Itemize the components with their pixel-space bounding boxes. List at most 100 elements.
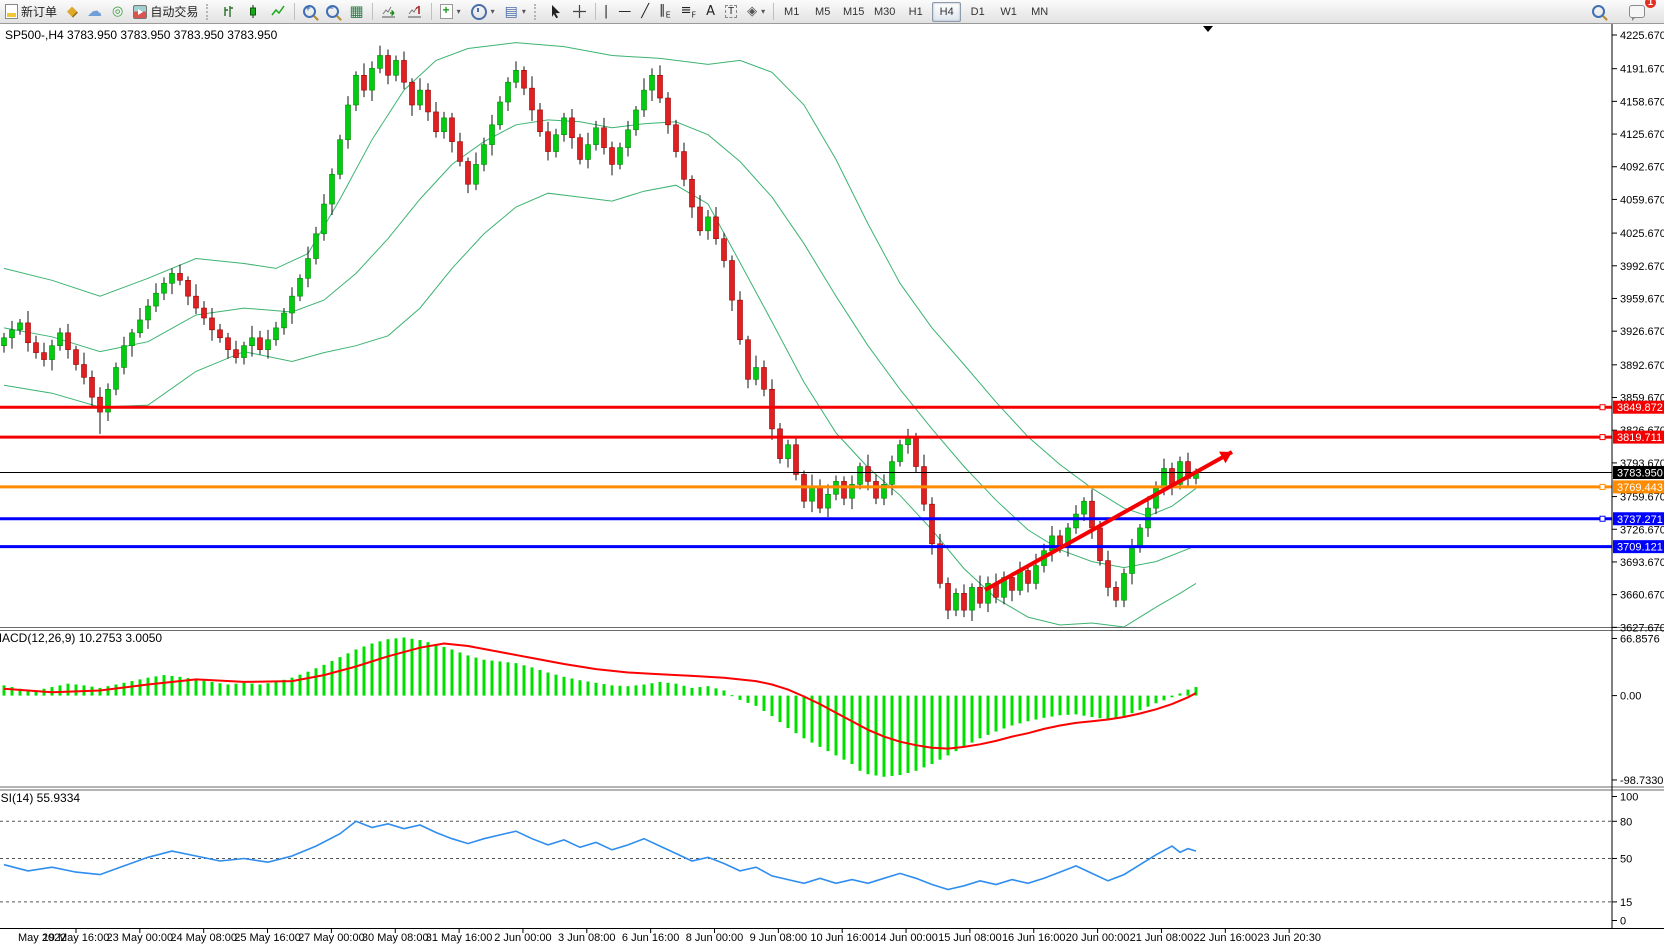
svg-text:30 May 08:00: 30 May 08:00 bbox=[362, 932, 429, 944]
chart-shift-button[interactable] bbox=[402, 1, 428, 22]
svg-text:4025.670: 4025.670 bbox=[1620, 228, 1664, 240]
data-window-button[interactable]: ☁ bbox=[82, 1, 107, 22]
auto-scroll-icon bbox=[381, 4, 397, 19]
cursor-tool-button[interactable] bbox=[544, 1, 567, 22]
trendline-tool-button[interactable]: ╱ bbox=[636, 1, 654, 22]
toolbar-separator bbox=[372, 3, 373, 20]
toolbar-grip bbox=[206, 4, 213, 20]
price-tag-3709.121: 3709.121 bbox=[1613, 540, 1664, 554]
new-order-label: 新订单 bbox=[21, 3, 57, 20]
svg-text:31 May 16:00: 31 May 16:00 bbox=[426, 932, 493, 944]
shapes-icon: ◈ bbox=[747, 5, 757, 18]
svg-text:3 Jun 08:00: 3 Jun 08:00 bbox=[558, 932, 616, 944]
candlestick-icon bbox=[246, 4, 261, 19]
chevron-down-icon: ▾ bbox=[522, 7, 526, 16]
svg-text:24 May 08:00: 24 May 08:00 bbox=[170, 932, 237, 944]
auto-scroll-button[interactable] bbox=[376, 1, 402, 22]
svg-text:4225.670: 4225.670 bbox=[1620, 30, 1664, 42]
chart-canvas[interactable]: 4225.6704191.6704158.6704125.6704092.670… bbox=[0, 24, 1664, 945]
text-tool-button[interactable]: A bbox=[701, 1, 720, 22]
chart-shift-marker[interactable] bbox=[1203, 26, 1213, 32]
timeframe-m15-button[interactable]: M15 bbox=[839, 2, 868, 22]
bar-chart-mode-button[interactable] bbox=[216, 1, 241, 22]
new-order-button[interactable]: 新订单 bbox=[0, 1, 62, 22]
timeframe-m1-button[interactable]: M1 bbox=[777, 2, 806, 22]
trendline-icon: ╱ bbox=[641, 5, 649, 18]
bar-chart-icon bbox=[221, 4, 236, 19]
timeframe-mn-button[interactable]: MN bbox=[1025, 2, 1054, 22]
timeframe-w1-button[interactable]: W1 bbox=[994, 2, 1023, 22]
timeframe-h1-button[interactable]: H1 bbox=[901, 2, 930, 22]
svg-text:3783.950: 3783.950 bbox=[1617, 468, 1663, 480]
market-watch-button[interactable]: ◆ bbox=[62, 1, 82, 22]
periods-button[interactable]: ▾ bbox=[466, 1, 500, 22]
svg-text:22 Jun 16:00: 22 Jun 16:00 bbox=[1193, 932, 1257, 944]
svg-text:50: 50 bbox=[1620, 854, 1632, 866]
text-tool-icon: A bbox=[706, 5, 715, 18]
shapes-tool-button[interactable]: ◈ ▾ bbox=[742, 1, 770, 22]
channel-icon: ∥E bbox=[659, 4, 671, 20]
svg-text:6 Jun 16:00: 6 Jun 16:00 bbox=[622, 932, 680, 944]
line-chart-mode-button[interactable] bbox=[266, 1, 291, 22]
zoom-in-icon: + bbox=[303, 5, 316, 18]
chart-title: SP500-,H4 3783.950 3783.950 3783.950 378… bbox=[5, 28, 278, 42]
diamond-icon: ◆ bbox=[67, 5, 77, 18]
notifications-button[interactable]: 1 bbox=[1624, 1, 1650, 22]
crosshair-tool-button[interactable] bbox=[567, 1, 592, 22]
date-axis: May 202219 May 16:0023 May 00:0024 May 0… bbox=[18, 929, 1321, 944]
svg-text:4125.670: 4125.670 bbox=[1620, 129, 1664, 141]
svg-text:15: 15 bbox=[1620, 897, 1632, 909]
tile-windows-button[interactable]: ▦ bbox=[344, 1, 368, 22]
svg-text:14 Jun 00:00: 14 Jun 00:00 bbox=[874, 932, 938, 944]
candle-chart-mode-button[interactable] bbox=[241, 1, 266, 22]
svg-text:20 Jun 00:00: 20 Jun 00:00 bbox=[1066, 932, 1130, 944]
svg-text:100: 100 bbox=[1620, 792, 1638, 804]
timeframe-d1-button[interactable]: D1 bbox=[963, 2, 992, 22]
svg-text:25 May 16:00: 25 May 16:00 bbox=[234, 932, 301, 944]
timeframe-group: M1M5M15M30H1H4D1W1MN bbox=[777, 2, 1054, 22]
macd-panel: 66.85760.00-98.7330 bbox=[3, 633, 1664, 786]
fibonacci-tool-button[interactable]: ≡F bbox=[676, 1, 702, 22]
channel-tool-button[interactable]: ∥E bbox=[654, 1, 676, 22]
svg-text:3959.670: 3959.670 bbox=[1620, 293, 1664, 305]
svg-text:4059.670: 4059.670 bbox=[1620, 194, 1664, 206]
horizontal-line-tool-button[interactable]: — bbox=[613, 1, 636, 22]
svg-text:3769.443: 3769.443 bbox=[1617, 482, 1663, 494]
auto-trading-button[interactable]: 自动交易 bbox=[128, 1, 203, 22]
macd-label: MACD(12,26,9) 10.2753 3.0050 bbox=[0, 631, 162, 645]
chevron-down-icon: ▾ bbox=[761, 7, 765, 16]
search-button[interactable] bbox=[1587, 1, 1610, 22]
horizontal-line-icon: — bbox=[618, 5, 631, 18]
candlestick-series bbox=[2, 46, 1199, 621]
line-chart-icon bbox=[271, 4, 286, 19]
label-tool-icon: T bbox=[725, 5, 737, 18]
svg-text:23 May 00:00: 23 May 00:00 bbox=[107, 932, 174, 944]
signals-button[interactable]: ◎ bbox=[107, 1, 128, 22]
timeframe-m30-button[interactable]: M30 bbox=[870, 2, 899, 22]
svg-text:3926.670: 3926.670 bbox=[1620, 326, 1664, 338]
svg-text:9 Jun 08:00: 9 Jun 08:00 bbox=[750, 932, 808, 944]
zoom-in-button[interactable]: + bbox=[298, 1, 321, 22]
toolbar-grip bbox=[534, 4, 541, 20]
timeframe-m5-button[interactable]: M5 bbox=[808, 2, 837, 22]
zoom-out-button[interactable]: − bbox=[321, 1, 344, 22]
clock-icon bbox=[471, 4, 487, 20]
indicators-button[interactable]: + ▾ bbox=[435, 1, 466, 22]
zoom-out-icon: − bbox=[326, 5, 339, 18]
timeframe-h4-button[interactable]: H4 bbox=[932, 2, 961, 22]
price-tag-3769.443: 3769.443 bbox=[1613, 480, 1664, 494]
vertical-line-tool-button[interactable]: | bbox=[599, 1, 613, 22]
svg-text:3819.711: 3819.711 bbox=[1617, 432, 1662, 444]
chart-window[interactable]: 4225.6704191.6704158.6704125.6704092.670… bbox=[0, 24, 1664, 945]
label-tool-button[interactable]: T bbox=[720, 1, 742, 22]
toolbar-separator bbox=[294, 3, 295, 20]
svg-text:15 Jun 08:00: 15 Jun 08:00 bbox=[938, 932, 1002, 944]
svg-text:3849.872: 3849.872 bbox=[1617, 402, 1663, 414]
bollinger-middle-band bbox=[4, 120, 1196, 568]
svg-text:19 May 16:00: 19 May 16:00 bbox=[43, 932, 110, 944]
chevron-down-icon: ▾ bbox=[491, 7, 495, 16]
chart-shift-icon bbox=[407, 4, 423, 19]
svg-text:21 Jun 08:00: 21 Jun 08:00 bbox=[1130, 932, 1194, 944]
bollinger-bands bbox=[4, 43, 1196, 627]
templates-button[interactable]: ▤ ▾ bbox=[500, 1, 531, 22]
